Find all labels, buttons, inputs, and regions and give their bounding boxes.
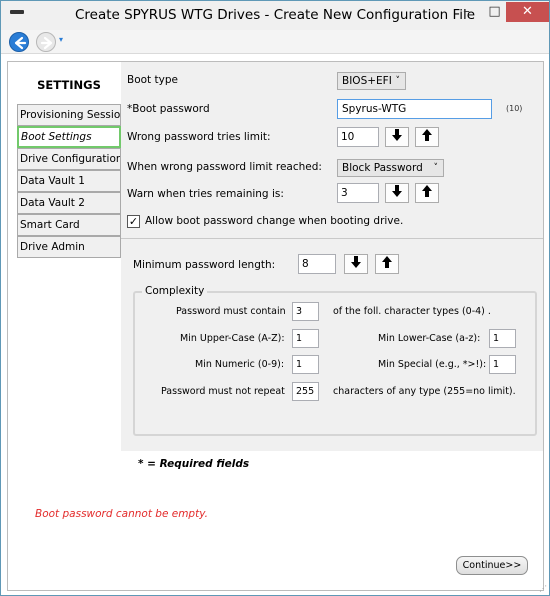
min-numeric-input[interactable]: 1: [292, 355, 319, 374]
boot-password-input[interactable]: Spyrus-WTG: [337, 99, 492, 119]
sidebar-item-drive-admin[interactable]: Drive Admin: [17, 236, 121, 258]
warn-remaining-decrement-button[interactable]: [385, 183, 409, 203]
arrow-up-icon: [422, 129, 432, 141]
required-fields-note: * = Required fields: [138, 458, 249, 470]
min-numeric-label: Min Numeric (0-9):: [195, 359, 285, 370]
no-repeat-suffix: characters of any type (255=no limit).: [333, 386, 516, 397]
limit-action-dropdown[interactable]: Block Password ˅: [337, 159, 444, 177]
min-special-input[interactable]: 1: [489, 355, 516, 374]
must-contain-input[interactable]: 3: [292, 302, 319, 321]
sidebar-item-data-vault-1[interactable]: Data Vault 1: [17, 170, 121, 192]
min-lower-input[interactable]: 1: [489, 329, 516, 348]
warn-remaining-label: Warn when tries remaining is:: [127, 188, 284, 200]
sidebar-item-data-vault-2[interactable]: Data Vault 2: [17, 192, 121, 214]
arrow-down-icon: [392, 185, 402, 197]
section-divider: [121, 238, 543, 239]
sidebar-item-provisioning-session[interactable]: Provisioning Session: [17, 104, 121, 126]
boot-type-dropdown[interactable]: BIOS+EFI ˅: [337, 72, 406, 90]
allow-change-label: Allow boot password change when booting …: [145, 215, 404, 227]
required-prefix: * =: [138, 458, 160, 470]
navigation-bar: ▾: [1, 30, 549, 54]
min-length-label: Minimum password length:: [133, 259, 276, 271]
limit-action-value: Block Password: [342, 162, 423, 174]
title-bar: Create SPYRUS WTG Drives - Create New Co…: [1, 1, 549, 30]
warn-remaining-input[interactable]: 3: [337, 183, 379, 203]
content-area: SETTINGS Provisioning Session Boot Setti…: [7, 61, 544, 591]
arrow-down-icon: [351, 256, 361, 268]
complexity-title: Complexity: [142, 285, 208, 297]
min-upper-input[interactable]: 1: [292, 329, 319, 348]
resize-grip-icon[interactable]: ⋰: [539, 584, 547, 593]
back-arrow-icon[interactable]: [9, 32, 29, 52]
no-repeat-label: Password must not repeat: [161, 386, 285, 397]
required-text: Required fields: [159, 458, 250, 470]
sidebar-item-drive-configuration[interactable]: Drive Configuration: [17, 148, 121, 170]
min-length-decrement-button[interactable]: [344, 254, 368, 274]
arrow-up-icon: [382, 256, 392, 268]
boot-type-value: BIOS+EFI: [342, 75, 392, 87]
min-upper-label: Min Upper-Case (A-Z):: [180, 333, 285, 344]
boot-type-label: Boot type: [127, 74, 178, 86]
close-button[interactable]: ✕: [506, 2, 549, 22]
arrow-up-icon: [422, 185, 432, 197]
must-contain-label: Password must contain: [176, 306, 286, 317]
min-special-label: Min Special (e.g., *>!):: [378, 359, 487, 370]
chevron-down-icon: ˅: [433, 163, 439, 173]
arrow-down-icon: [392, 129, 402, 141]
min-length-increment-button[interactable]: [375, 254, 399, 274]
error-message: Boot password cannot be empty.: [35, 508, 208, 520]
sidebar-item-smart-card[interactable]: Smart Card: [17, 214, 121, 236]
sidebar-item-boot-settings[interactable]: Boot Settings: [17, 126, 121, 148]
history-dropdown-icon[interactable]: ▾: [59, 35, 63, 44]
forward-arrow-icon[interactable]: [36, 32, 56, 52]
wrong-tries-decrement-button[interactable]: [385, 127, 409, 147]
no-repeat-input[interactable]: 255: [292, 382, 319, 401]
wrong-tries-label: Wrong password tries limit:: [127, 131, 271, 143]
wrong-tries-increment-button[interactable]: [415, 127, 439, 147]
allow-change-checkbox[interactable]: ✓: [127, 215, 140, 228]
maximize-button[interactable]: □: [481, 2, 508, 22]
must-contain-suffix: of the foll. character types (0-4) .: [333, 306, 491, 317]
chevron-down-icon: ˅: [395, 76, 401, 86]
wrong-tries-input[interactable]: 10: [337, 127, 379, 147]
minimize-button[interactable]: –: [453, 2, 480, 22]
app-window: Create SPYRUS WTG Drives - Create New Co…: [0, 0, 550, 596]
continue-button[interactable]: Continue>>: [456, 556, 528, 575]
limit-action-label: When wrong password limit reached:: [127, 161, 322, 173]
warn-remaining-increment-button[interactable]: [415, 183, 439, 203]
min-length-input[interactable]: 8: [298, 254, 336, 274]
sidebar-title: SETTINGS: [37, 78, 101, 92]
boot-password-label: *Boot password: [127, 103, 210, 115]
password-length-note: (10): [506, 104, 523, 113]
min-lower-label: Min Lower-Case (a-z):: [378, 333, 481, 344]
